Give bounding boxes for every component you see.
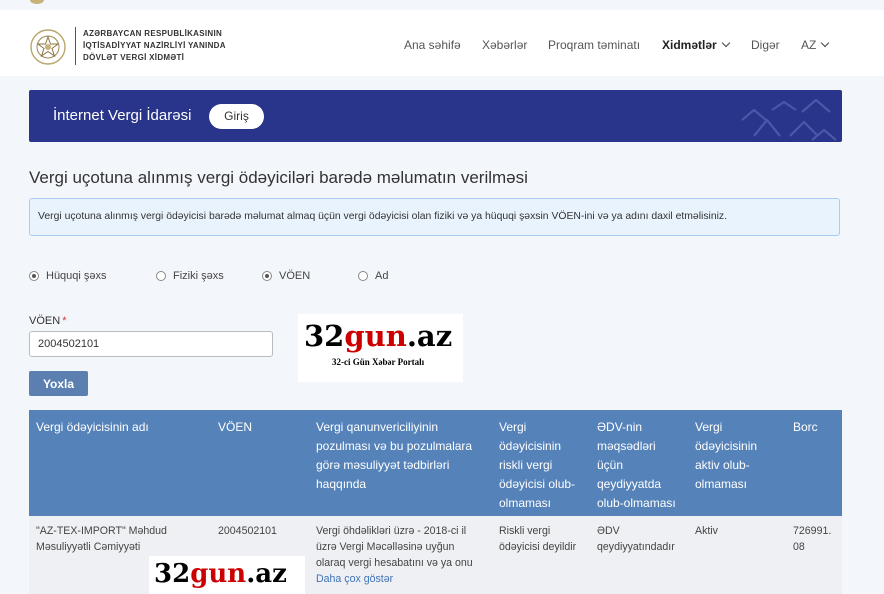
header-line: qeydiyyatda bbox=[597, 477, 662, 491]
watermark-brand-number: 32 bbox=[304, 319, 345, 353]
cell-line: üzrə Vergi Məcəlləsinə uyğun bbox=[316, 541, 455, 553]
nav-news[interactable]: Xəbərlər bbox=[482, 38, 527, 52]
voen-label-text: VÖEN bbox=[29, 315, 61, 327]
required-mark: * bbox=[62, 315, 67, 327]
header-line: ƏDV-nin bbox=[597, 420, 643, 434]
nav-other[interactable]: Digər bbox=[751, 38, 780, 52]
col-header-voen: VÖEN bbox=[218, 420, 253, 434]
header-line: görə məsuliyyət tədbirləri bbox=[316, 458, 450, 472]
watermark-brand-number: 32 bbox=[154, 559, 191, 589]
voen-input[interactable] bbox=[29, 331, 273, 357]
col-header-risky: Vergi ödəyicisinin riskli vergi ödəyicis… bbox=[499, 418, 575, 513]
cell-line: Vergi öhdəlikləri üzrə - 2018-ci il bbox=[316, 525, 467, 537]
cell-line: qeydiyyatındadır bbox=[597, 541, 675, 553]
cell-vat: ƏDV qeydiyyatındadır bbox=[597, 523, 675, 555]
radio-legal-entity[interactable]: Hüquqi şəxs bbox=[29, 269, 107, 283]
watermark-brand-word: gun bbox=[344, 319, 407, 353]
internet-tax-office-banner: İnternet Vergi İdarəsi Giriş bbox=[29, 90, 842, 142]
cell-active: Aktiv bbox=[695, 525, 718, 537]
header-line: Vergi qanunvericiliyinin bbox=[316, 420, 439, 434]
header-line: olub-olmaması bbox=[597, 496, 676, 510]
watermark-brand: 32gun.az bbox=[154, 559, 287, 589]
show-more-link[interactable]: Daha çox göstər bbox=[316, 571, 473, 587]
cell-line: Məsuliyyətli Cəmiyyəti bbox=[36, 541, 141, 553]
organization-name[interactable]: AZƏRBAYCAN RESPUBLİKASININ İQTİSADİYYAT … bbox=[83, 28, 226, 64]
header-line: məqsədləri bbox=[597, 439, 656, 453]
login-button[interactable]: Giriş bbox=[209, 104, 264, 129]
cell-line: 726991. bbox=[793, 525, 832, 537]
banner-title: İnternet Vergi İdarəsi bbox=[53, 107, 192, 124]
radio-label: Hüquqi şəxs bbox=[46, 270, 107, 282]
header-line: üçün bbox=[597, 458, 624, 472]
watermark-tagline: 32-ci Gün Xəbər Portalı bbox=[332, 357, 425, 367]
watermark-brand-word: gun bbox=[190, 559, 247, 589]
watermark-brand: 32gun.az bbox=[304, 319, 452, 353]
cell-debt: 726991. 08 bbox=[793, 523, 831, 555]
nav-home[interactable]: Ana səhifə bbox=[404, 38, 461, 52]
radio-unselected-icon bbox=[156, 271, 166, 281]
org-line-1: AZƏRBAYCAN RESPUBLİKASININ bbox=[83, 29, 223, 38]
radio-label: Ad bbox=[375, 270, 389, 282]
cell-taxpayer-name: "AZ-TEX-IMPORT" Məhdud Məsuliyyətli Cəmi… bbox=[36, 523, 167, 555]
cell-line: olaraq vergi hesabatını və ya onu bbox=[316, 557, 473, 569]
header-line: haqqında bbox=[316, 477, 367, 491]
radio-label: VÖEN bbox=[279, 270, 311, 282]
radio-label: Fiziki şəxs bbox=[173, 270, 224, 282]
cell-line: Riskli vergi bbox=[499, 525, 551, 537]
header-line: olmaması bbox=[499, 496, 552, 510]
emblem-fragment-icon bbox=[30, 0, 44, 4]
nav-software[interactable]: Proqram təminatı bbox=[548, 38, 640, 52]
logo-divider bbox=[75, 27, 76, 65]
watermark-brand-tld: .az bbox=[406, 319, 453, 353]
results-table-header: Vergi ödəyicisinin adı VÖEN Vergi qanunv… bbox=[29, 410, 842, 516]
watermark-logo-bottom: 32gun.az bbox=[149, 556, 305, 594]
header-line: Vergi bbox=[499, 420, 527, 434]
radio-selected-icon bbox=[29, 271, 39, 281]
banner-ornament-icon bbox=[741, 98, 837, 141]
page-title: Vergi uçotuna alınmış vergi ödəyiciləri … bbox=[29, 168, 528, 187]
watermark-brand-tld: .az bbox=[246, 559, 287, 589]
info-text: Vergi uçotuna alınmış vergi ödəyicisi ba… bbox=[38, 211, 727, 222]
col-header-name: Vergi ödəyicisinin adı bbox=[36, 420, 149, 434]
cell-violation: Vergi öhdəlikləri üzrə - 2018-ci il üzrə… bbox=[316, 523, 473, 587]
radio-individual[interactable]: Fiziki şəxs bbox=[156, 269, 224, 283]
language-selector[interactable]: AZ bbox=[801, 38, 830, 52]
cell-line: ƏDV bbox=[597, 525, 620, 537]
cell-line: "AZ-TEX-IMPORT" Məhdud bbox=[36, 525, 167, 537]
top-strip bbox=[0, 0, 884, 10]
header-line: aktiv olub- bbox=[695, 458, 750, 472]
radio-search-by-name[interactable]: Ad bbox=[358, 269, 388, 283]
cell-risky: Riskli vergi ödəyicisi deyildir bbox=[499, 523, 576, 555]
radio-selected-icon bbox=[262, 271, 272, 281]
cell-line: ödəyicisi deyildir bbox=[499, 541, 577, 553]
header-line: riskli vergi bbox=[499, 458, 553, 472]
info-alert: Vergi uçotuna alınmış vergi ödəyicisi ba… bbox=[29, 198, 840, 236]
col-header-vat: ƏDV-nin məqsədləri üçün qeydiyyatda olub… bbox=[597, 418, 676, 513]
header-line: pozulması və bu pozulmalara bbox=[316, 439, 473, 453]
radio-unselected-icon bbox=[358, 271, 368, 281]
chevron-down-icon bbox=[721, 38, 730, 48]
header-line: ödəyicisinin bbox=[695, 439, 758, 453]
cell-line: 08 bbox=[793, 541, 805, 553]
header-line: ödəyicisinin bbox=[499, 439, 562, 453]
voen-field-label: VÖEN * bbox=[29, 315, 66, 327]
header-line: olmaması bbox=[695, 477, 748, 491]
col-header-violation: Vergi qanunvericiliyinin pozulması və bu… bbox=[316, 418, 472, 494]
nav-services[interactable]: Xidmətlər bbox=[662, 38, 730, 52]
col-header-debt: Borc bbox=[793, 420, 818, 434]
site-header: AZƏRBAYCAN RESPUBLİKASININ İQTİSADİYYAT … bbox=[0, 10, 884, 76]
radio-search-by-voen[interactable]: VÖEN bbox=[262, 269, 310, 283]
check-button[interactable]: Yoxla bbox=[29, 371, 88, 396]
state-emblem-icon[interactable] bbox=[29, 28, 67, 66]
nav-services-label: Xidmətlər bbox=[662, 38, 717, 52]
col-header-active: Vergi ödəyicisinin aktiv olub- olmaması bbox=[695, 418, 757, 494]
watermark-logo: 32gun.az 32-ci Gün Xəbər Portalı bbox=[298, 314, 463, 382]
header-line: ödəyicisi olub- bbox=[499, 477, 576, 491]
language-label: AZ bbox=[801, 38, 817, 52]
org-line-3: DÖVLƏT VERGİ XİDMƏTİ bbox=[83, 53, 185, 62]
chevron-down-icon bbox=[821, 38, 830, 48]
cell-voen: 2004502101 bbox=[218, 525, 277, 537]
org-line-2: İQTİSADİYYAT NAZİRLİYİ YANINDA bbox=[83, 41, 226, 50]
header-line: Vergi bbox=[695, 420, 723, 434]
